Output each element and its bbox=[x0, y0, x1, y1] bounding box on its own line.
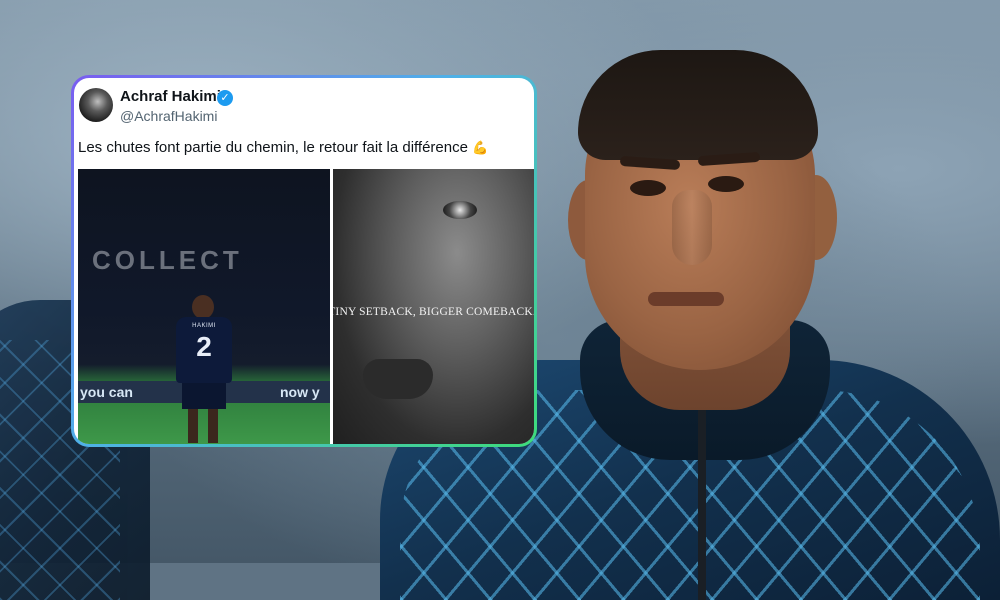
lion-eye bbox=[443, 201, 477, 219]
verified-badge-icon: ✓ bbox=[217, 90, 233, 106]
tweet-card[interactable]: Achraf Hakimi ✓ @AchrafHakimi Les chutes… bbox=[71, 75, 537, 447]
footballer-head bbox=[192, 295, 214, 319]
footballer-shorts bbox=[182, 383, 226, 409]
jacket-zipper bbox=[698, 410, 706, 600]
ad-board-text-right: now y bbox=[280, 384, 320, 400]
flexed-biceps-icon: 💪 bbox=[471, 140, 489, 155]
author-name[interactable]: Achraf Hakimi bbox=[120, 88, 221, 105]
lion-caption: TINY SETBACK, BIGGER COMEBACK. bbox=[333, 306, 536, 318]
footballer-leg-right bbox=[208, 409, 218, 443]
right-eye bbox=[708, 176, 744, 192]
shirt-number: 2 bbox=[196, 331, 212, 362]
footballer-figure: HAKIMI 2 bbox=[172, 295, 236, 444]
author-handle[interactable]: @AchrafHakimi bbox=[120, 108, 217, 124]
stand-banner-text: COLLECT bbox=[92, 245, 243, 275]
media-image-lion[interactable]: TINY SETBACK, BIGGER COMEBACK. bbox=[333, 169, 536, 444]
left-eye bbox=[630, 180, 666, 196]
tweet-text: Les chutes font partie du chemin, le ret… bbox=[78, 139, 488, 156]
hair bbox=[578, 50, 818, 160]
nose bbox=[672, 190, 712, 265]
ad-board-text-left: you can bbox=[80, 384, 133, 400]
tweet-text-content: Les chutes font partie du chemin, le ret… bbox=[78, 139, 468, 156]
lion-nose bbox=[363, 359, 433, 399]
avatar[interactable] bbox=[79, 88, 113, 122]
footballer-leg-left bbox=[188, 409, 198, 443]
media-image-stadium[interactable]: COLLECT you can now y HAKIMI 2 bbox=[78, 169, 330, 444]
tweet-media[interactable]: COLLECT you can now y HAKIMI 2 TINY SETB… bbox=[78, 169, 536, 444]
footballer-shirt: HAKIMI 2 bbox=[176, 317, 232, 383]
mouth bbox=[648, 292, 724, 306]
shirt-name: HAKIMI bbox=[192, 323, 216, 329]
